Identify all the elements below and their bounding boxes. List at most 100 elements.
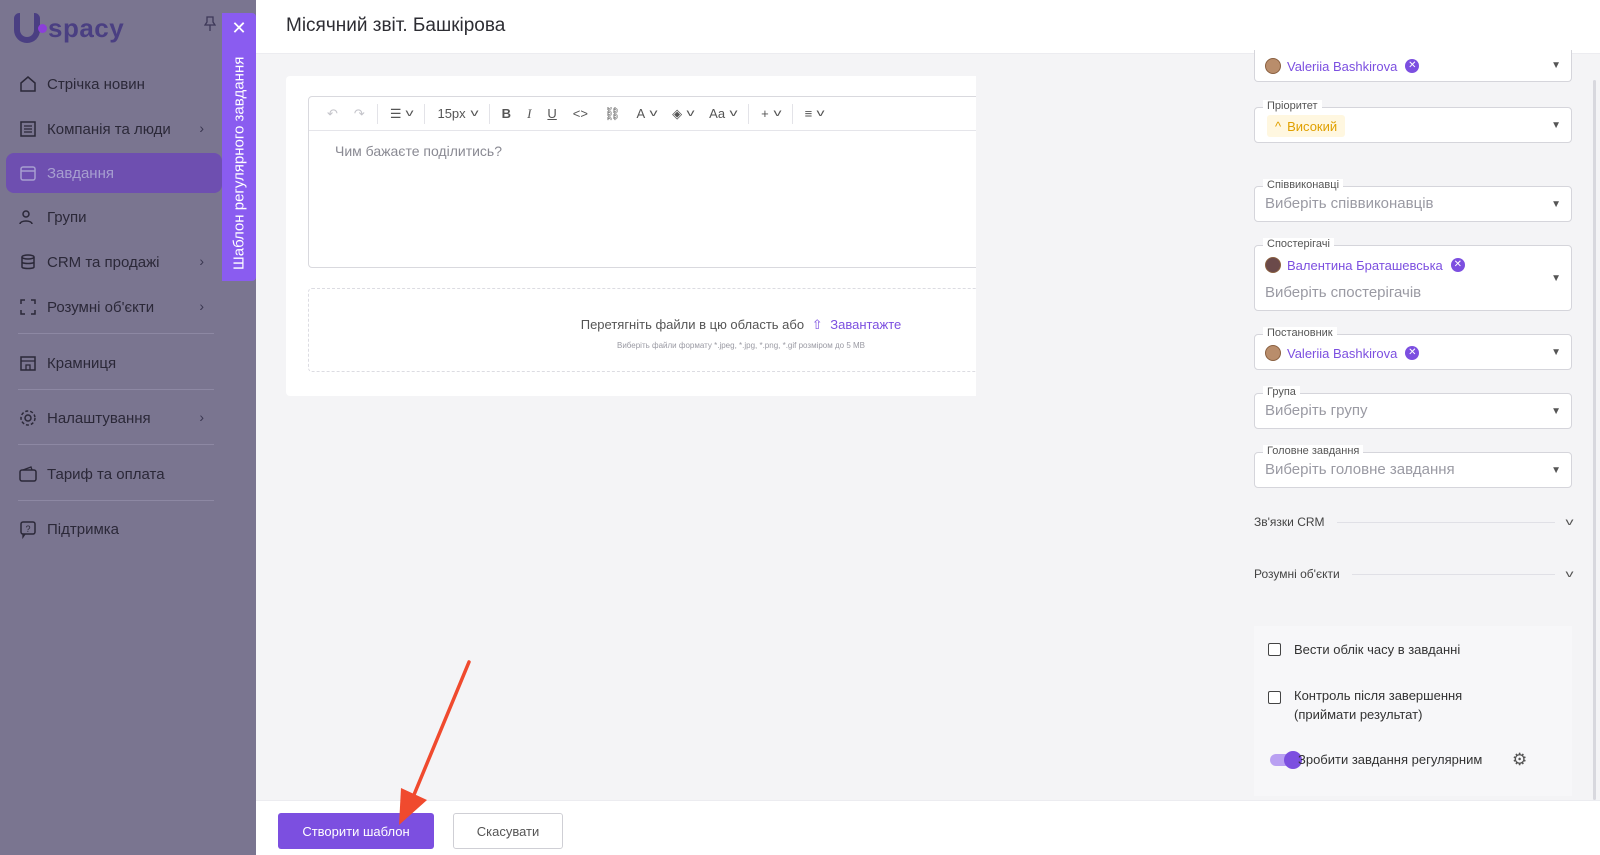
task-options: Вести облік часу в завданні Контроль піс…	[1254, 626, 1572, 796]
assignee-chip[interactable]: Valeriia Bashkirova ✕	[1265, 55, 1420, 77]
chevron-down-icon: v	[816, 108, 825, 119]
observer-chip[interactable]: Валентина Браташевська ✕	[1265, 254, 1465, 276]
sidebar-item-smart-objects[interactable]: Розумні об'єкти ›	[6, 287, 222, 327]
logo-dot	[38, 24, 47, 33]
sidebar-item-label: Крамниця	[47, 354, 117, 372]
priority-field[interactable]: Пріоритет ^ Високий ▼	[1254, 100, 1572, 143]
dropdown-arrow-icon[interactable]: ▼	[1551, 60, 1561, 71]
annotation-arrow	[399, 660, 471, 825]
chevron-down-icon: v	[470, 108, 479, 119]
divider	[1336, 521, 1555, 523]
sidebar-item-company[interactable]: Компанія та люди ›	[6, 109, 222, 149]
upload-link[interactable]: Завантажте	[830, 317, 901, 332]
field-label: Співвиконавці	[1263, 179, 1344, 191]
creator-chip[interactable]: Valeriia Bashkirova ✕	[1265, 342, 1420, 364]
pin-icon[interactable]	[203, 16, 217, 32]
link-icon[interactable]: ⛓	[596, 97, 629, 131]
chevron-down-icon: v	[405, 108, 414, 119]
field-label: Головне завдання	[1263, 445, 1364, 457]
upload-icon: ⇧	[811, 317, 823, 332]
dropdown-arrow-icon[interactable]: ▼	[1551, 465, 1561, 476]
divider	[1351, 573, 1555, 575]
time-tracking-checkbox[interactable]	[1268, 643, 1281, 656]
smart-objects-icon	[18, 297, 38, 317]
sidebar-item-label: Розумні об'єкти	[47, 298, 155, 316]
sidebar-item-label: Налаштування	[47, 409, 151, 427]
chevron-down-icon: v	[649, 108, 658, 119]
parent-task-field[interactable]: Головне завдання Виберіть головне завдан…	[1254, 445, 1572, 488]
control-label-line1: Контроль після завершення	[1294, 688, 1463, 703]
sidebar-item-settings[interactable]: Налаштування ›	[6, 398, 222, 438]
remove-icon[interactable]: ✕	[1450, 258, 1465, 272]
control-checkbox[interactable]	[1268, 691, 1281, 704]
creator-name: Valeriia Bashkirova	[1287, 345, 1398, 361]
avatar	[1265, 257, 1281, 273]
dropdown-arrow-icon[interactable]: ▼	[1551, 120, 1561, 131]
template-panel-title: Шаблон регулярного завдання	[230, 56, 248, 270]
template-panel-tab: ✕ Шаблон регулярного завдання	[222, 13, 256, 281]
paragraph-format-button[interactable]: ☰ v	[382, 97, 421, 131]
bold-button[interactable]: B	[494, 97, 519, 131]
highlight-button[interactable]: ◈ v	[664, 97, 701, 131]
divider	[791, 103, 793, 124]
dropdown-arrow-icon[interactable]: ▼	[1551, 347, 1561, 358]
sidebar-item-store[interactable]: Крамниця	[6, 343, 222, 383]
home-icon	[18, 74, 38, 94]
make-regular-toggle[interactable]	[1270, 751, 1302, 769]
dropdown-arrow-icon[interactable]: ▼	[1551, 199, 1561, 210]
divider	[488, 103, 490, 124]
observers-placeholder: Виберіть спостерігачів	[1265, 284, 1422, 301]
chevron-down-icon: v	[686, 108, 695, 119]
chevron-up-icon: ^	[1275, 118, 1282, 134]
font-color-icon: A	[636, 106, 646, 121]
coexecutors-placeholder: Виберіть співвиконавців	[1265, 195, 1434, 212]
plus-icon: +	[761, 106, 769, 121]
dropdown-arrow-icon[interactable]: ▼	[1551, 406, 1561, 417]
logo[interactable]: spacy	[14, 10, 124, 46]
sidebar-item-label: Підтримка	[47, 520, 120, 538]
sidebar-item-tasks[interactable]: Завдання	[6, 153, 222, 193]
svg-text:?: ?	[25, 524, 30, 534]
observers-field[interactable]: Спостерігачі Валентина Браташевська ✕ Ви…	[1254, 238, 1572, 311]
underline-button[interactable]: U	[539, 97, 564, 131]
chevron-right-icon: ›	[199, 298, 204, 314]
undo-icon[interactable]: ↶	[319, 97, 346, 131]
section-title: Зв'язки CRM	[1254, 515, 1325, 529]
sidebar-item-label: Стрічка новин	[47, 75, 145, 93]
code-button[interactable]: <>	[565, 97, 596, 131]
remove-icon[interactable]: ✕	[1405, 59, 1420, 73]
scrollbar[interactable]	[1593, 80, 1596, 800]
editor-placeholder: Чим бажаєте поділитись?	[335, 143, 503, 159]
remove-icon[interactable]: ✕	[1405, 346, 1420, 360]
font-size-select[interactable]: 15px v	[429, 97, 484, 131]
insert-button[interactable]: + v	[753, 97, 788, 131]
sidebar-item-label: Групи	[47, 208, 87, 226]
gear-icon[interactable]: ⚙	[1512, 750, 1527, 770]
dropdown-arrow-icon[interactable]: ▼	[1551, 273, 1561, 284]
redo-icon[interactable]: ↷	[346, 97, 373, 131]
priority-badge: ^ Високий	[1267, 115, 1346, 137]
sidebar-item-billing[interactable]: Тариф та оплата	[6, 454, 222, 494]
text-case-button[interactable]: Aa v	[701, 97, 744, 131]
smart-objects-section[interactable]: Розумні об'єкти v	[1254, 564, 1574, 584]
calendar-icon	[18, 163, 38, 183]
assignee-field[interactable]: Valeriia Bashkirova ✕ ▼	[1254, 50, 1572, 82]
align-button[interactable]: ≡ v	[797, 97, 832, 131]
sidebar-item-crm[interactable]: CRM та продажі ›	[6, 242, 222, 282]
sidebar-item-groups[interactable]: Групи	[6, 197, 222, 237]
group-field[interactable]: Група Виберіть групу ▼	[1254, 386, 1572, 429]
font-color-button[interactable]: Av	[629, 97, 665, 131]
priority-value: Високий	[1287, 118, 1338, 134]
sidebar-item-label: Завдання	[47, 164, 114, 182]
close-icon[interactable]: ✕	[230, 19, 248, 37]
field-label: Пріоритет	[1263, 100, 1322, 112]
creator-field[interactable]: Постановник Valeriia Bashkirova ✕ ▼	[1254, 327, 1572, 370]
control-label-line2: (приймати результат)	[1294, 707, 1423, 722]
lines-icon: ☰	[389, 105, 402, 121]
coexecutors-field[interactable]: Співвиконавці Виберіть співвиконавців ▼	[1254, 179, 1572, 222]
crm-links-section[interactable]: Зв'язки CRM v	[1254, 512, 1574, 532]
time-tracking-label: Вести облік часу в завданні	[1294, 642, 1461, 657]
sidebar-item-news[interactable]: Стрічка новин	[6, 64, 222, 104]
italic-button[interactable]: I	[519, 97, 539, 131]
sidebar-item-support[interactable]: ? Підтримка	[6, 509, 222, 549]
